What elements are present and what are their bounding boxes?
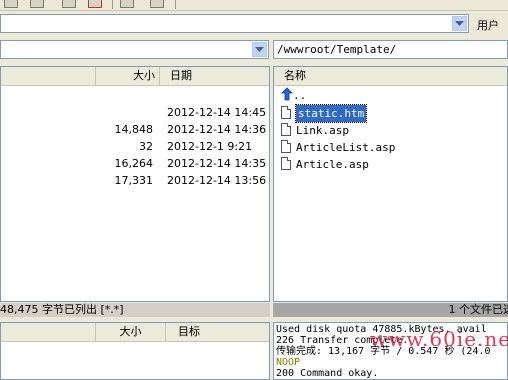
file-icon [281,106,291,119]
disconnect-icon[interactable] [150,0,164,8]
table-row[interactable]: 14,848 2012-12-14 14:36 [1,121,269,138]
column-header-target[interactable]: 目标 [166,323,269,341]
file-size: 32 [139,140,153,153]
local-status-bar: 48,475 字节已列出 [*.*] [0,303,270,317]
table-row[interactable]: 16,264 2012-12-14 14:35 [1,155,269,172]
connect-icon[interactable] [120,0,134,8]
toolbar [0,0,508,11]
column-header-name[interactable]: 名称 [274,67,507,85]
file-icon [281,123,291,136]
file-date: 2012-12-14 13:56 [167,174,267,187]
file-size: 14,848 [114,123,154,136]
file-name: ArticleList.asp [296,141,396,154]
table-row[interactable]: 2012-12-14 14:45 [1,104,269,121]
column-header-date[interactable]: 日期 [160,67,269,85]
file-icon [281,157,291,170]
transfer-queue-list[interactable]: 大小 目标 [0,322,270,380]
open-icon[interactable] [4,0,18,8]
remote-status-text: 1 个文件已选 [448,303,508,316]
file-name: static.htm [294,104,368,123]
file-date: 2012-12-14 14:36 [167,123,267,136]
file-icon [281,140,291,153]
remote-status-bar: 1 个文件已选 [273,303,508,317]
column-header-name-label: 名称 [284,69,306,82]
remote-file-list[interactable]: 名称 .. static.htm Link.asp ArticleList.asp A… [273,66,508,302]
column-header-name[interactable] [1,67,96,85]
watermark: www.60ie.net [370,327,508,351]
local-file-list[interactable]: 大小 日期 2012-12-14 14:45 14,848 2012-12-14 1… [0,66,270,302]
save-icon[interactable] [30,0,44,8]
file-size: 17,331 [114,174,154,187]
delete-icon[interactable] [62,0,76,8]
table-row[interactable]: 32 2012-12-1 9:21 [1,138,269,155]
column-header-date-label: 日期 [170,69,192,82]
toolbar-separator [175,0,176,9]
connection-bar: 用户 [0,14,508,36]
toolbar-separator [112,0,113,9]
file-date: 2012-12-14 14:35 [167,157,267,170]
column-header-size[interactable]: 大小 [96,323,166,341]
remote-path-field[interactable]: /wwwroot/Template/ [273,40,508,59]
file-date: 2012-12-1 9:21 [167,140,253,153]
chevron-down-icon[interactable] [452,16,467,31]
user-label: 用户 [477,19,499,32]
up-arrow-icon [281,87,293,106]
column-header-name[interactable] [1,323,96,341]
file-name: Article.asp [296,158,369,171]
column-header-target-label: 目标 [178,325,200,338]
local-status-text: 48,475 字节已列出 [*.*] [0,303,124,316]
file-name: Link.asp [296,124,349,137]
parent-directory-label: .. [293,89,307,102]
log-line: NOOP [276,357,301,368]
local-path-combobox[interactable] [0,40,269,59]
file-date: 2012-12-14 14:45 [167,106,267,119]
log-line: 200 Command okay. [276,368,379,379]
remote-list-header: 名称 [274,67,507,86]
column-header-size[interactable]: 大小 [96,67,160,85]
file-size: 16,264 [114,157,154,170]
host-combobox[interactable] [0,14,469,33]
refresh-icon[interactable] [88,0,102,8]
remote-path-text: /wwwroot/Template/ [277,43,397,56]
local-list-header: 大小 日期 [1,67,269,86]
chevron-down-icon[interactable] [252,42,267,57]
table-row[interactable]: 17,331 2012-12-14 13:56 [1,172,269,189]
queue-list-header: 大小 目标 [1,323,269,342]
